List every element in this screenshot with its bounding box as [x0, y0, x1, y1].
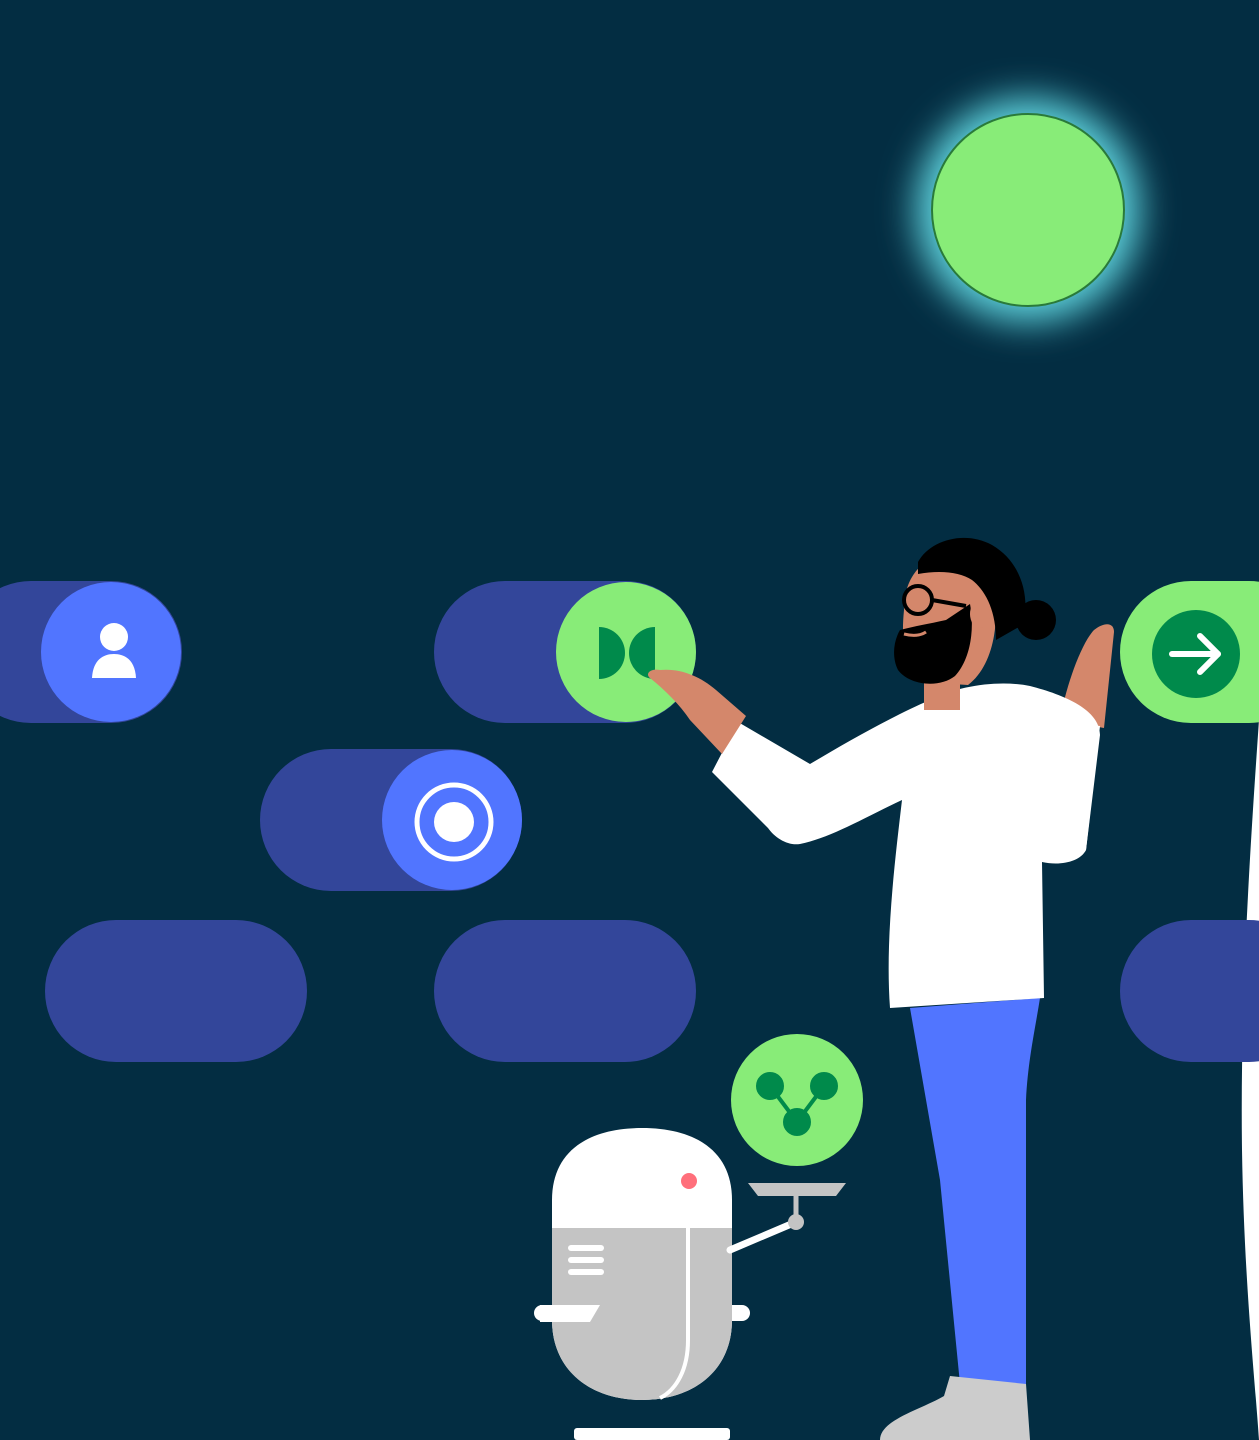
toggle-knob — [41, 582, 181, 722]
toggle-user[interactable] — [0, 581, 182, 723]
toggle-dolby[interactable] — [434, 581, 696, 723]
robot-vent-icon — [568, 1245, 604, 1275]
robot-flap — [540, 1305, 600, 1322]
ear — [970, 600, 990, 628]
illustration-stage — [0, 0, 1259, 1440]
robot-eye — [681, 1173, 697, 1189]
robot-tray — [748, 1183, 846, 1196]
toggle-empty-2[interactable] — [434, 920, 696, 1062]
tray-icon-circle — [731, 1034, 863, 1166]
sun-disc — [931, 113, 1125, 307]
toggle-radio[interactable] — [260, 749, 522, 891]
sun — [916, 98, 1140, 322]
hero-illustration — [0, 0, 1259, 1440]
toggle-empty-1[interactable] — [45, 920, 307, 1062]
hair-bun — [1016, 600, 1056, 640]
toggle-empty-3[interactable] — [1120, 920, 1259, 1062]
robot-base — [574, 1428, 730, 1440]
toggle-arrow[interactable] — [1120, 581, 1259, 723]
